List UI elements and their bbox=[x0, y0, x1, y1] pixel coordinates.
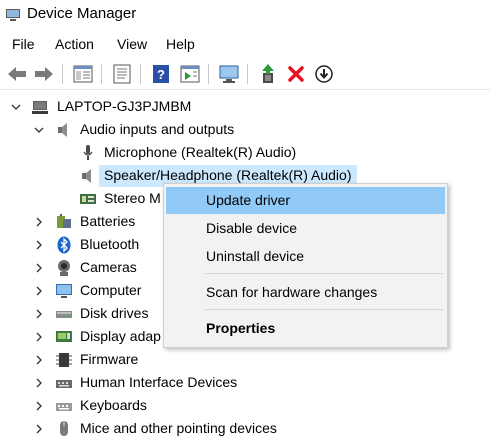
help-icon: ? bbox=[153, 65, 169, 83]
tree-item-firmware[interactable]: Firmware bbox=[0, 349, 490, 371]
camera-icon bbox=[58, 260, 70, 276]
mouse-icon bbox=[60, 421, 68, 436]
title-bar: Device Manager bbox=[0, 0, 490, 32]
disable-device-button[interactable] bbox=[312, 62, 336, 86]
chevron-right-icon[interactable] bbox=[34, 240, 44, 250]
menu-item-uninstall-device[interactable]: Uninstall device bbox=[166, 243, 445, 270]
menu-item-label: Properties bbox=[206, 320, 276, 336]
hid-keyboard-icon bbox=[56, 380, 72, 388]
tree-item-label: Stereo M bbox=[104, 190, 161, 206]
device-manager-icon bbox=[6, 9, 20, 21]
menu-item-scan-hardware[interactable]: Scan for hardware changes bbox=[166, 279, 445, 306]
chevron-right-icon[interactable] bbox=[34, 424, 44, 434]
toolbar-separator bbox=[247, 64, 248, 84]
chevron-down-icon[interactable] bbox=[11, 102, 21, 112]
show-hide-console-tree-icon bbox=[73, 65, 93, 83]
back-arrow-icon bbox=[8, 67, 26, 81]
tree-root-label: LAPTOP-GJ3PJMBM bbox=[57, 98, 192, 114]
context-menu: Update driver Disable device Uninstall d… bbox=[163, 183, 448, 348]
tree-item-label: Firmware bbox=[80, 351, 139, 367]
tree-item-label: Microphone (Realtek(R) Audio) bbox=[104, 144, 297, 160]
disable-device-icon bbox=[315, 65, 333, 83]
action-pane-icon bbox=[180, 65, 200, 83]
display-adapter-icon bbox=[56, 331, 72, 342]
menu-item-label: Update driver bbox=[206, 192, 291, 208]
menu-separator bbox=[204, 309, 444, 310]
toolbar-separator bbox=[208, 64, 209, 84]
firmware-chip-icon bbox=[56, 353, 72, 367]
keyboard-icon bbox=[56, 403, 72, 411]
bluetooth-icon bbox=[57, 236, 71, 254]
chevron-right-icon[interactable] bbox=[34, 263, 44, 273]
tree-item-label: Keyboards bbox=[80, 397, 147, 413]
computer-icon bbox=[32, 101, 48, 114]
action-pane-button[interactable] bbox=[178, 62, 202, 86]
tree-item-label: Audio inputs and outputs bbox=[80, 121, 235, 137]
chevron-right-icon[interactable] bbox=[34, 378, 44, 388]
tree-item-label: Batteries bbox=[80, 213, 136, 229]
chevron-right-icon[interactable] bbox=[34, 217, 44, 227]
show-hide-tree-button[interactable] bbox=[71, 62, 95, 86]
menu-file[interactable]: File bbox=[12, 36, 35, 52]
toolbar: ? bbox=[0, 58, 490, 90]
disk-drive-icon bbox=[56, 311, 72, 318]
monitor-icon bbox=[56, 284, 72, 298]
menu-separator bbox=[204, 273, 444, 274]
uninstall-device-icon bbox=[288, 66, 304, 82]
tree-item-label: Cameras bbox=[80, 259, 137, 275]
battery-icon bbox=[57, 214, 71, 228]
help-button[interactable]: ? bbox=[149, 62, 173, 86]
tree-item-label: Mice and other pointing devices bbox=[80, 420, 277, 436]
chevron-right-icon[interactable] bbox=[34, 355, 44, 365]
toolbar-separator bbox=[62, 64, 63, 84]
speaker-icon bbox=[82, 169, 91, 183]
tree-item-keyboards[interactable]: Keyboards bbox=[0, 395, 490, 417]
scan-hardware-button[interactable] bbox=[217, 62, 241, 86]
tree-item-label: Human Interface Devices bbox=[80, 374, 238, 390]
menu-item-label: Uninstall device bbox=[206, 248, 305, 264]
tree-item-audio[interactable]: Audio inputs and outputs bbox=[0, 119, 490, 141]
chevron-down-icon[interactable] bbox=[34, 125, 44, 135]
uninstall-device-button[interactable] bbox=[284, 62, 308, 86]
back-button[interactable] bbox=[5, 62, 29, 86]
menu-item-update-driver[interactable]: Update driver bbox=[166, 187, 445, 214]
properties-button[interactable] bbox=[110, 62, 134, 86]
menu-view[interactable]: View bbox=[117, 36, 147, 52]
properties-icon bbox=[113, 64, 131, 84]
menu-bar: File Action View Help bbox=[0, 32, 490, 56]
chevron-right-icon[interactable] bbox=[34, 332, 44, 342]
toolbar-separator bbox=[101, 64, 102, 84]
forward-arrow-icon bbox=[35, 67, 53, 81]
chevron-right-icon[interactable] bbox=[34, 309, 44, 319]
chevron-right-icon[interactable] bbox=[34, 286, 44, 296]
tree-item-mice[interactable]: Mice and other pointing devices bbox=[0, 418, 490, 438]
menu-help[interactable]: Help bbox=[166, 36, 195, 52]
tree-item-hid[interactable]: Human Interface Devices bbox=[0, 372, 490, 394]
tree-item-label: Computer bbox=[80, 282, 142, 298]
tree-item-label: Bluetooth bbox=[80, 236, 140, 252]
tree-item-label: Display adap bbox=[80, 328, 161, 344]
svg-text:?: ? bbox=[157, 67, 165, 82]
tree-item-microphone[interactable]: Microphone (Realtek(R) Audio) bbox=[0, 142, 490, 164]
menu-item-properties[interactable]: Properties bbox=[166, 315, 445, 342]
speaker-icon bbox=[58, 123, 67, 137]
window-title: Device Manager bbox=[27, 5, 137, 22]
menu-action[interactable]: Action bbox=[55, 36, 94, 52]
menu-item-label: Disable device bbox=[206, 220, 298, 236]
stereo-mix-icon bbox=[80, 194, 96, 204]
chevron-right-icon[interactable] bbox=[34, 401, 44, 411]
update-driver-icon bbox=[262, 64, 274, 83]
update-driver-button[interactable] bbox=[256, 62, 280, 86]
microphone-icon bbox=[83, 145, 93, 160]
tree-item-label: Disk drives bbox=[80, 305, 149, 321]
tree-item-label: Speaker/Headphone (Realtek(R) Audio) bbox=[104, 167, 352, 183]
tree-root-row[interactable]: LAPTOP-GJ3PJMBM bbox=[0, 96, 490, 118]
menu-item-disable-device[interactable]: Disable device bbox=[166, 215, 445, 242]
scan-hardware-icon bbox=[219, 65, 239, 83]
menu-item-label: Scan for hardware changes bbox=[206, 284, 378, 300]
forward-button[interactable] bbox=[32, 62, 56, 86]
toolbar-separator bbox=[140, 64, 141, 84]
